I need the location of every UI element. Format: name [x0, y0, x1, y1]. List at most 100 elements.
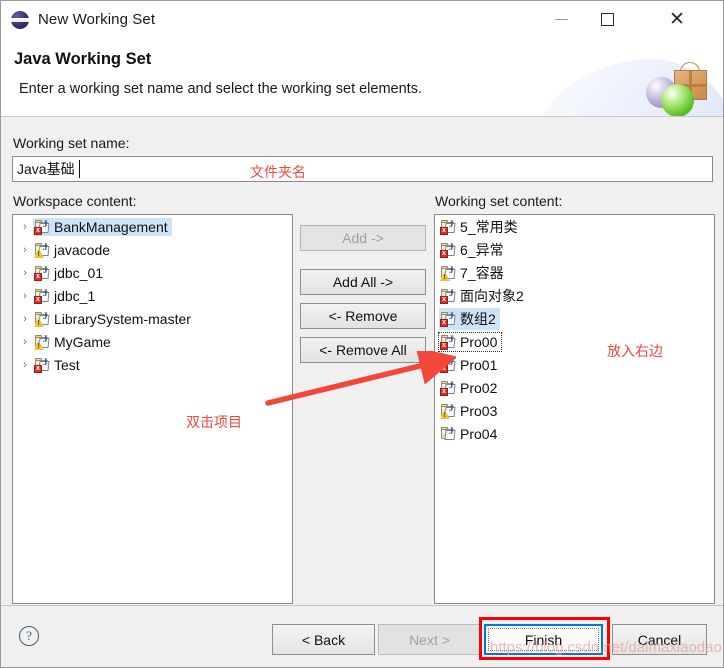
java-project-icon: J — [34, 311, 51, 327]
error-badge-icon: x — [440, 387, 448, 396]
page-title: Java Working Set — [14, 50, 152, 68]
row-content: Jx Pro00 — [437, 331, 503, 352]
workspace-item-row[interactable]: › Jx jdbc_1 — [13, 284, 292, 307]
java-project-icon: Jx — [34, 357, 51, 373]
working-set-item-row[interactable]: JPro03 — [435, 399, 714, 422]
title-bar: New Working Set ✕ — [1, 1, 723, 38]
working-set-item-label: 7_容器 — [460, 264, 504, 281]
chevron-right-icon[interactable]: › — [17, 221, 33, 233]
java-project-icon: Jx — [440, 334, 457, 350]
minimize-button[interactable] — [538, 1, 584, 38]
working-set-item-row[interactable]: Jx 5_常用类 — [435, 215, 714, 238]
warning-badge-icon — [34, 340, 44, 350]
row-content: Jx Test — [33, 356, 84, 374]
working-set-item-row[interactable]: Jx 6_异常 — [435, 238, 714, 261]
row-content: Jx 6_异常 — [439, 239, 508, 261]
remove-all-button[interactable]: <- Remove All — [300, 337, 426, 363]
java-project-icon: J — [440, 265, 457, 281]
working-set-item-row[interactable]: Jx Pro02 — [435, 376, 714, 399]
wizard-header: Java Working Set Enter a working set nam… — [1, 38, 723, 117]
working-set-item-label: 面向对象2 — [460, 287, 524, 304]
java-project-icon: Jx — [34, 288, 51, 304]
java-project-icon: J — [440, 403, 457, 419]
error-badge-icon: x — [440, 318, 448, 327]
add-all-button[interactable]: Add All -> — [300, 269, 426, 295]
error-badge-icon: x — [440, 364, 448, 373]
workspace-item-label: MyGame — [54, 333, 111, 350]
working-set-item-label: Pro01 — [460, 356, 498, 373]
wizard-banner-graphic — [518, 38, 723, 116]
workspace-content-tree[interactable]: ›JxBankManagement›Jjavacode›Jxjdbc_01›Jx… — [12, 214, 293, 604]
workspace-item-label: BankManagement — [54, 218, 168, 235]
close-icon[interactable]: ✕ — [654, 1, 700, 38]
workspace-item-row[interactable]: ›JLibrarySystem-master — [13, 307, 292, 330]
workspace-item-row[interactable]: › Jx Test — [13, 353, 292, 376]
java-project-icon: J — [34, 242, 51, 258]
working-set-item-row[interactable]: Jx 面向对象2 — [435, 284, 714, 307]
row-content: J7_容器 — [439, 262, 508, 284]
green-sphere-icon — [661, 84, 694, 116]
workspace-item-row[interactable]: › Jx jdbc_01 — [13, 261, 292, 284]
new-working-set-dialog: New Working Set ✕ Java Working Set Enter… — [0, 0, 724, 668]
java-project-icon: Jx — [440, 288, 457, 304]
java-project-icon: Jx — [34, 265, 51, 281]
row-content: Jx jdbc_1 — [33, 287, 99, 305]
working-set-item-label: 5_常用类 — [460, 218, 518, 235]
java-project-icon: J — [440, 426, 457, 442]
working-set-item-row[interactable]: J Pro04 — [435, 422, 714, 445]
row-content: Jx BankManagement — [33, 217, 172, 236]
error-badge-icon: x — [34, 364, 42, 373]
workspace-content-label: Workspace content: — [13, 193, 137, 209]
working-set-name-label: Working set name: — [13, 135, 130, 151]
error-badge-icon: x — [440, 341, 448, 350]
chevron-right-icon[interactable]: › — [17, 359, 33, 371]
add-button[interactable]: Add -> — [300, 225, 426, 251]
chevron-right-icon[interactable]: › — [17, 244, 33, 256]
working-set-item-row[interactable]: Jx Pro00 — [435, 330, 714, 353]
row-content: JMyGame — [33, 333, 115, 351]
workspace-item-row[interactable]: › Jx BankManagement — [13, 215, 292, 238]
annotation-put-right: 放入右边 — [607, 344, 663, 360]
window-title: New Working Set — [38, 11, 156, 28]
help-icon[interactable]: ? — [19, 626, 39, 646]
java-project-icon: Jx — [440, 242, 457, 258]
working-set-item-label: Pro00 — [460, 333, 498, 350]
remove-button[interactable]: <- Remove — [300, 303, 426, 329]
warning-badge-icon — [34, 248, 44, 258]
workspace-item-label: javacode — [54, 241, 111, 258]
error-badge-icon: x — [34, 226, 42, 235]
working-set-item-label: Pro02 — [460, 379, 498, 396]
page-description: Enter a working set name and select the … — [19, 81, 422, 97]
maximize-button[interactable] — [584, 1, 630, 38]
java-project-icon: Jx — [440, 311, 457, 327]
row-content: Jx Pro02 — [439, 379, 501, 397]
workspace-item-row[interactable]: ›Jjavacode — [13, 238, 292, 261]
working-set-item-label: Pro03 — [460, 402, 498, 419]
chevron-right-icon[interactable]: › — [17, 267, 33, 279]
chevron-right-icon[interactable]: › — [17, 313, 33, 325]
working-set-item-row[interactable]: J7_容器 — [435, 261, 714, 284]
working-set-item-label: 6_异常 — [460, 241, 504, 258]
dialog-footer: ? < Back Next > Finish Cancel — [1, 605, 723, 667]
watermark-text: https://blog.csdn.net/daimaxiaodao — [490, 639, 722, 656]
row-content: JLibrarySystem-master — [33, 310, 195, 328]
dialog-body: Working set name: Workspace content: Wor… — [1, 118, 723, 605]
working-set-item-row[interactable]: Jx Pro01 — [435, 353, 714, 376]
working-set-item-row[interactable]: Jx 数组2 — [435, 307, 714, 330]
row-content: Jx 5_常用类 — [439, 216, 522, 238]
warning-badge-icon — [440, 271, 450, 281]
working-set-item-label: 数组2 — [460, 310, 496, 327]
workspace-item-row[interactable]: ›JMyGame — [13, 330, 292, 353]
row-content: Jx 数组2 — [439, 307, 500, 330]
next-button[interactable]: Next > — [378, 624, 481, 655]
working-set-name-input[interactable] — [12, 156, 713, 182]
workspace-item-label: Test — [54, 356, 80, 373]
error-badge-icon: x — [440, 249, 448, 258]
chevron-right-icon[interactable]: › — [17, 290, 33, 302]
annotation-double-click: 双击项目 — [186, 415, 242, 431]
back-button[interactable]: < Back — [272, 624, 375, 655]
row-content: JPro03 — [439, 402, 501, 420]
chevron-right-icon[interactable]: › — [17, 336, 33, 348]
working-set-content-list[interactable]: Jx5_常用类Jx6_异常J7_容器Jx面向对象2Jx数组2JxPro00JxP… — [434, 214, 715, 604]
error-badge-icon: x — [34, 295, 42, 304]
